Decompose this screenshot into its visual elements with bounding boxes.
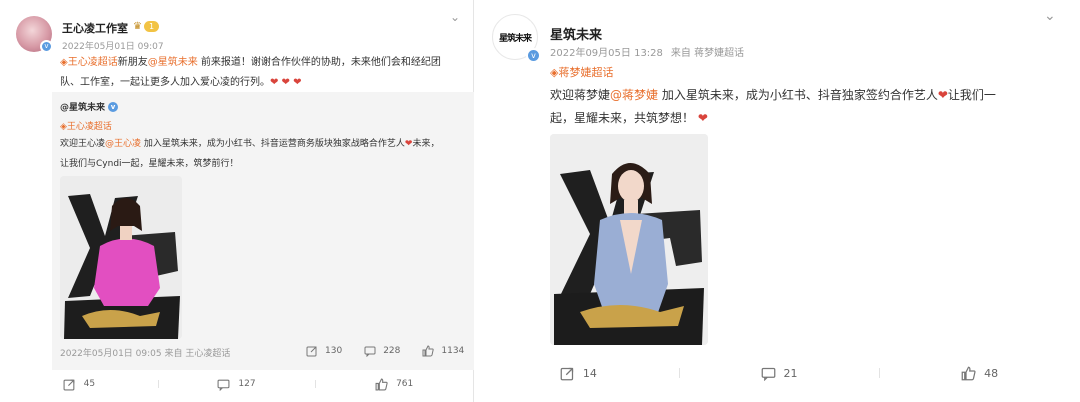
supertopic-label: 蒋梦婕超话 xyxy=(558,66,614,79)
heart-emoji-icon: ❤ ❤ ❤ xyxy=(270,77,302,88)
comment-icon xyxy=(761,367,775,381)
post-text-part: 让我们一 xyxy=(947,88,996,102)
post-footer-actions: 14 21 48 xyxy=(478,362,1080,384)
left-weibo-post: ⌄ v 王心凌工作室 ♛ 1 2022年05月01日 09:07 ◈王心凌超话新… xyxy=(0,0,474,402)
retweet-timestamp[interactable]: 2022年05月01日 09:05 来自 王心凌超话 xyxy=(60,346,230,359)
post-text-part: 起，星耀未来，共筑梦想！ xyxy=(550,111,695,125)
retweet-text-part: 未来， xyxy=(412,139,440,149)
repost-count: 130 xyxy=(325,346,343,356)
comment-count: 21 xyxy=(783,366,798,380)
heart-emoji-icon: ❤ xyxy=(937,88,948,102)
crown-icon: ♛ xyxy=(133,20,142,32)
comment-button[interactable]: 21 xyxy=(678,362,880,384)
level-badge: 1 xyxy=(143,20,160,32)
post-text-part: 加入星筑未来，成为小红书、抖音独家签约合作艺人 xyxy=(658,88,938,102)
poster-graphic xyxy=(550,134,708,345)
repost-icon xyxy=(560,367,573,380)
post-text-part: 队、工作室，一起让更多人加入爱心凌的行列。 xyxy=(60,77,270,88)
like-count: 48 xyxy=(984,366,999,380)
comment-button[interactable]: 127 xyxy=(157,374,316,394)
repost-count: 45 xyxy=(83,379,96,389)
repost-icon xyxy=(306,346,317,357)
account-name[interactable]: 王心凌工作室 xyxy=(62,20,128,36)
heart-emoji-icon: ❤ xyxy=(697,111,708,125)
post-image[interactable] xyxy=(550,134,708,345)
verified-icon: v xyxy=(526,48,541,63)
mention-link[interactable]: @王心凌 xyxy=(105,139,141,149)
comment-count: 127 xyxy=(238,379,256,389)
repost-icon xyxy=(63,379,74,390)
verified-icon: v xyxy=(108,101,119,112)
vip-badge: ♛ 1 xyxy=(133,20,160,32)
account-name[interactable]: 星筑未来 xyxy=(550,24,602,43)
post-text: ◈王心凌超话新朋友@星筑未来 前来报道！谢谢合作伙伴的协助，未来他们会和经纪团 … xyxy=(60,53,464,93)
post-text-part: 前来报道！谢谢合作伙伴的协助，未来他们会和经纪团 xyxy=(197,57,441,68)
like-button[interactable]: 761 xyxy=(315,374,473,394)
post-text-part: 新朋友 xyxy=(117,57,148,68)
like-count: 761 xyxy=(396,379,414,389)
retweet-text-part: 欢迎王心凌 xyxy=(60,139,106,149)
comment-count: 228 xyxy=(383,346,401,356)
repost-button[interactable]: 45 xyxy=(0,374,158,394)
post-timestamp[interactable]: 2022年05月01日 09:07 xyxy=(62,39,164,52)
post-source[interactable]: 来自 蒋梦婕超话 xyxy=(671,44,744,59)
supertopic-link[interactable]: 王心凌超话 xyxy=(68,57,118,68)
post-text: 欢迎蒋梦婕@蒋梦婕 加入星筑未来，成为小红书、抖音独家签约合作艺人❤让我们一 起… xyxy=(550,84,1070,130)
like-icon xyxy=(422,345,435,357)
avatar-logo-text: 星筑未来 xyxy=(498,33,532,44)
like-count: 1134 xyxy=(441,346,465,356)
repost-button[interactable]: 14 xyxy=(478,362,679,384)
retweet-author-row: @星筑未来 v xyxy=(60,100,119,113)
retweet-repost-button[interactable]: 130 xyxy=(306,345,342,357)
mention-link[interactable]: @蒋梦婕 xyxy=(610,88,658,102)
mention-link[interactable]: @星筑未来 xyxy=(148,57,198,68)
post-meta: 2022年09月05日 13:28 来自 蒋梦婕超话 xyxy=(550,44,744,59)
like-button[interactable]: 48 xyxy=(879,362,1080,384)
retweet-box[interactable]: @星筑未来 v ◈王心凌超话 欢迎王心凌@王心凌 加入星筑未来，成为小红书、抖音… xyxy=(52,92,474,370)
retweet-supertopic[interactable]: ◈王心凌超话 xyxy=(60,119,112,132)
post-timestamp[interactable]: 2022年09月05日 13:28 xyxy=(550,44,663,59)
chevron-down-icon[interactable]: ⌄ xyxy=(1044,8,1056,24)
right-weibo-post: ⌄ 星筑未来 v 星筑未来 2022年09月05日 13:28 来自 蒋梦婕超话… xyxy=(478,0,1080,402)
like-icon xyxy=(961,366,976,380)
retweet-comment-button[interactable]: 228 xyxy=(364,345,400,357)
verified-icon: v xyxy=(40,40,53,53)
post-text-part: 欢迎蒋梦婕 xyxy=(550,88,611,102)
retweet-text-part: 让我们与Cyndi一起，星耀未来，筑梦前行！ xyxy=(60,159,239,169)
comment-icon xyxy=(217,379,230,391)
retweet-actions: 130 228 1134 xyxy=(306,345,464,357)
supertopic-link[interactable]: ◈蒋梦婕超话 xyxy=(550,64,613,80)
post-footer-actions: 45 127 761 xyxy=(0,374,473,394)
retweet-author[interactable]: @星筑未来 xyxy=(60,100,105,113)
poster-graphic xyxy=(60,176,182,339)
comment-icon xyxy=(364,346,376,357)
retweet-text: 欢迎王心凌@王心凌 加入星筑未来，成为小红书、抖音运营商务版块独家战略合作艺人❤… xyxy=(60,134,470,174)
supertopic-icon: ◈ xyxy=(60,57,68,68)
retweet-text-part: 加入星筑未来，成为小红书、抖音运营商务版块独家战略合作艺人 xyxy=(141,139,405,149)
chevron-down-icon[interactable]: ⌄ xyxy=(450,10,460,24)
supertopic-icon: ◈ xyxy=(60,122,67,132)
retweet-image[interactable] xyxy=(60,176,182,339)
supertopic-label: 王心凌超话 xyxy=(66,122,112,132)
like-icon xyxy=(375,378,388,390)
retweet-like-button[interactable]: 1134 xyxy=(422,345,464,357)
repost-count: 14 xyxy=(582,366,597,380)
